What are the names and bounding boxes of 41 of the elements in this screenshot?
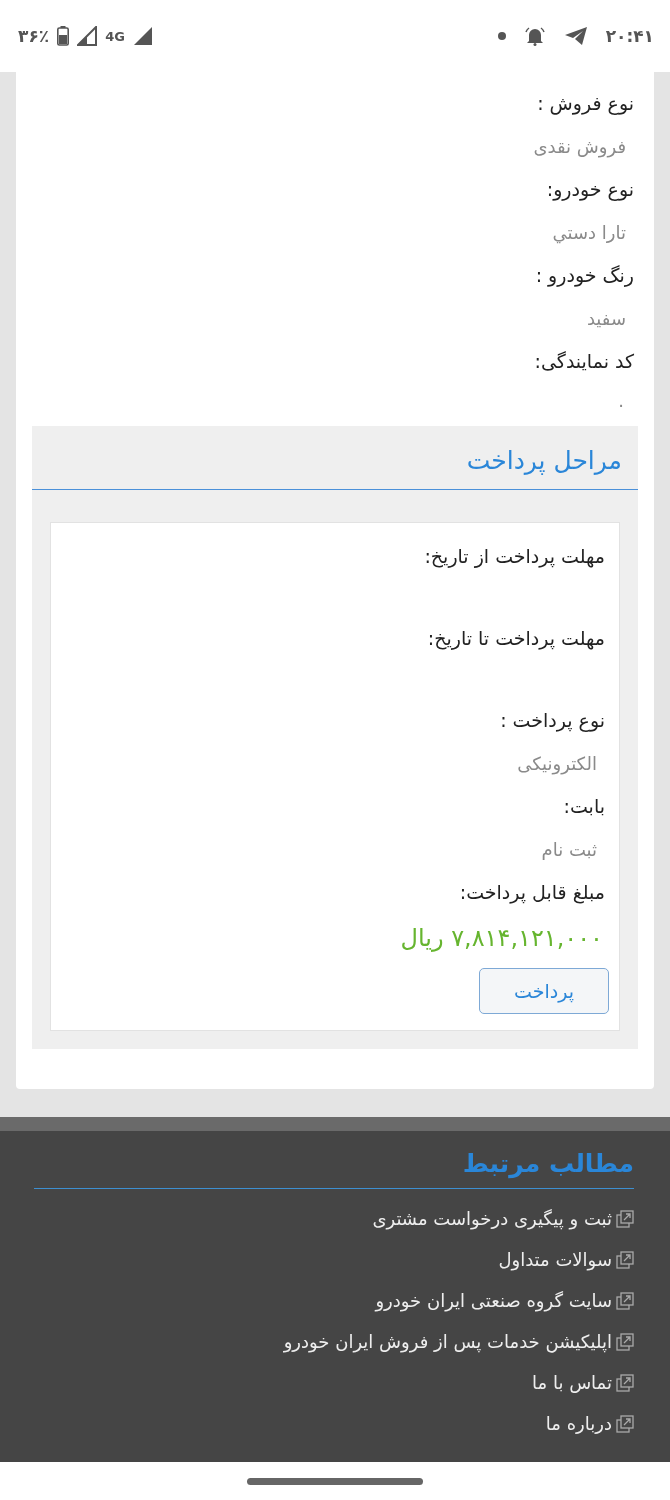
field-value: الکترونیکی: [516, 752, 598, 777]
field-label: مهلت پرداخت از تاریخ:: [423, 544, 606, 570]
footer-link[interactable]: سوالات متداول: [498, 1246, 634, 1273]
field-value: فروش نقدی: [532, 135, 627, 160]
field-label: بابت:: [562, 794, 606, 819]
footer-link[interactable]: درباره ما: [545, 1410, 634, 1437]
field-label: رنگ خودرو :: [534, 263, 635, 289]
home-indicator[interactable]: [247, 1477, 423, 1485]
clock-time: ۲۰:۴۱: [605, 26, 654, 46]
field-label: نوع فروش :: [536, 91, 635, 117]
field-value: تارا دستي: [551, 221, 627, 246]
external-link-icon: [616, 1291, 634, 1310]
footer-link[interactable]: ثبت و پیگیری درخواست مشتری: [372, 1205, 634, 1232]
footer-link[interactable]: سایت گروه صنعتی ایران خودرو: [375, 1287, 634, 1314]
battery-icon: [57, 26, 70, 46]
payment-amount: ۷,۸۱۴,۱۲۱,۰۰۰ ریال: [399, 923, 604, 954]
footer-link[interactable]: اپلیکیشن خدمات پس از فروش ایران خودرو: [283, 1328, 634, 1355]
signal-icon: [132, 26, 153, 46]
field-value: ثبت نام: [540, 838, 598, 862]
field-label: نوع پرداخت :: [499, 708, 606, 734]
pay-button[interactable]: پرداخت: [479, 968, 609, 1014]
external-link-icon: [616, 1209, 634, 1228]
field-label: کد نمایندگی:: [533, 349, 635, 374]
paper-plane-icon: [563, 26, 588, 46]
section-title: مراحل پرداخت: [32, 426, 638, 490]
external-link-icon: [616, 1332, 634, 1351]
battery-percentage: ۳۶٪: [18, 26, 50, 46]
footer-link[interactable]: تماس با ما: [532, 1369, 634, 1396]
field-label: نوع خودرو:: [545, 177, 635, 203]
external-link-icon: [616, 1373, 634, 1392]
field-label: مهلت پرداخت تا تاریخ:: [426, 626, 606, 652]
bell-icon: [523, 26, 546, 46]
field-label: مبلغ قابل پرداخت:: [458, 880, 606, 906]
external-link-icon: [616, 1414, 634, 1433]
external-link-icon: [616, 1250, 634, 1269]
field-value: ۰: [615, 393, 627, 417]
dot-icon: [497, 32, 506, 40]
field-value: سفید: [585, 307, 627, 331]
network-type: 4G: [105, 28, 125, 44]
signal-icon: [77, 26, 98, 46]
footer-title: مطالب مرتبط: [34, 1149, 634, 1189]
